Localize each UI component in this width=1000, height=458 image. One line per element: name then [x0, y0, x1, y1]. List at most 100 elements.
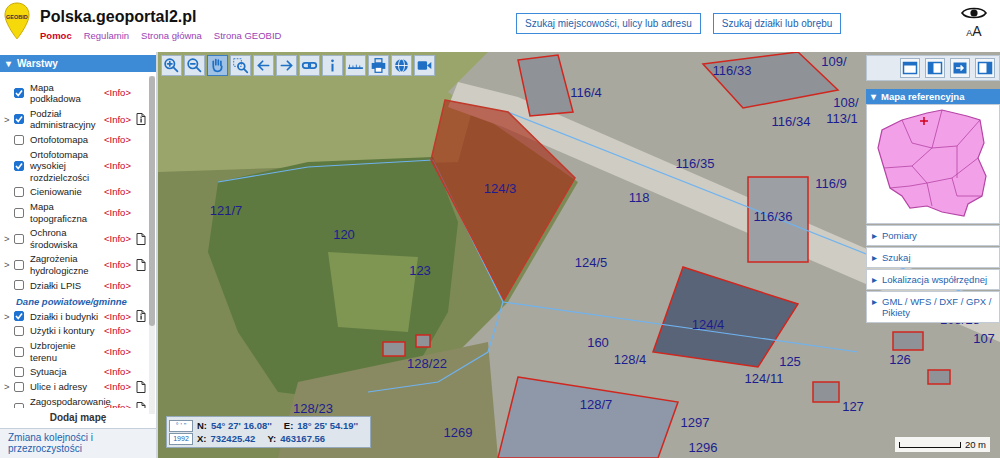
pan-icon[interactable]	[209, 57, 226, 74]
side-panel-section[interactable]: ▸GML / WFS / DXF / GPX / Pikiety	[866, 291, 1000, 323]
tool-button[interactable]	[161, 55, 182, 76]
side-panel-tab[interactable]	[975, 58, 995, 78]
expand-arrow[interactable]: >	[4, 381, 14, 393]
tool-button[interactable]	[322, 55, 343, 76]
tool-button[interactable]	[230, 55, 251, 76]
document-icon[interactable]	[136, 113, 146, 125]
info-link[interactable]: <Info>	[104, 311, 136, 323]
side-panel-section[interactable]: ▸Lokalizacja współrzędnej	[866, 269, 1000, 290]
parcel-label[interactable]: 127	[842, 399, 864, 414]
layer-checkbox[interactable]	[14, 234, 24, 244]
section-label[interactable]: GML / WFS / DXF / GPX / Pikiety	[882, 296, 994, 318]
info-link[interactable]: <Info>	[104, 325, 136, 337]
link-icon[interactable]	[301, 57, 318, 74]
selected-parcel[interactable]	[431, 100, 575, 300]
map-view[interactable]: 116/33116/4109/108/113/1116/34116/35116/…	[158, 52, 1000, 458]
info-link[interactable]: <Info>	[104, 134, 136, 146]
layer-checkbox[interactable]	[14, 326, 24, 336]
video-icon[interactable]	[416, 57, 433, 74]
section-label[interactable]: Lokalizacja współrzędnej	[882, 274, 987, 285]
side-panel-tab[interactable]	[950, 58, 970, 78]
tool-button[interactable]	[276, 55, 297, 76]
section-label[interactable]: Szukaj	[882, 252, 911, 263]
parcel-label[interactable]: 126	[889, 352, 911, 367]
tool-button[interactable]	[299, 55, 320, 76]
side-panel-tab[interactable]	[900, 58, 920, 78]
parcel-label[interactable]: 116/9	[815, 176, 847, 191]
parcel-label[interactable]: 108/	[833, 95, 858, 110]
section-arrow[interactable]: ▸	[872, 230, 877, 241]
layers-header[interactable]: ▾Warstwy	[0, 55, 156, 72]
layer-label[interactable]: Zagospodarowanie przestrzenne	[30, 396, 104, 408]
parcel-label[interactable]: 128/23	[293, 401, 333, 416]
document-icon[interactable]	[136, 259, 146, 271]
side-panel-section[interactable]: ▸Szukaj	[866, 247, 1000, 268]
info-link[interactable]: <Info>	[104, 402, 136, 408]
poland-map-icon[interactable]	[872, 108, 994, 220]
globe-icon[interactable]	[393, 57, 410, 74]
layer-checkbox[interactable]	[14, 187, 24, 197]
header-link[interactable]: Strona główna	[141, 30, 202, 41]
info-link[interactable]: <Info>	[104, 87, 136, 99]
zoom-out-icon[interactable]	[186, 57, 203, 74]
forward-icon[interactable]	[278, 57, 295, 74]
layer-checkbox[interactable]	[14, 208, 24, 218]
window-icon[interactable]	[902, 60, 918, 76]
font-large[interactable]: A	[972, 23, 981, 39]
layer-label[interactable]: Mapa podkładowa	[30, 82, 104, 105]
document-icon[interactable]	[136, 381, 146, 393]
parcel-label[interactable]: 107	[973, 331, 995, 346]
tool-button[interactable]	[207, 55, 228, 76]
section-arrow[interactable]: ▸	[872, 296, 877, 318]
tool-button[interactable]	[391, 55, 412, 76]
parcel-label[interactable]: 121/7	[210, 203, 243, 218]
parcel-label[interactable]: 1269	[444, 425, 473, 440]
tool-button[interactable]	[253, 55, 274, 76]
info-link[interactable]: <Info>	[104, 259, 136, 271]
section-label[interactable]: Pomiary	[882, 230, 917, 241]
layer-checkbox[interactable]	[14, 114, 24, 124]
layer-checkbox[interactable]	[14, 88, 24, 98]
layer-checkbox[interactable]	[14, 135, 24, 145]
scroll-thumb[interactable]	[149, 76, 155, 326]
parcel-label[interactable]: 124/11	[745, 371, 784, 386]
layer-checkbox[interactable]	[14, 403, 24, 408]
reference-header[interactable]: ▾Mapa referencyjna	[866, 89, 1000, 104]
parcel-label[interactable]: 124/3	[484, 181, 517, 196]
parcel-label[interactable]: 120	[333, 227, 355, 242]
layer-label[interactable]: Podział administracyjny	[30, 108, 104, 131]
zoom-in-icon[interactable]	[163, 57, 180, 74]
header-link[interactable]: Regulamin	[84, 30, 129, 41]
layer-label[interactable]: Działki i budynki	[30, 311, 104, 323]
parcel-label[interactable]: 124/4	[692, 317, 725, 332]
expand-arrow[interactable]: >	[4, 259, 14, 271]
parcel-label[interactable]: 124/5	[575, 255, 608, 270]
tool-button[interactable]	[345, 55, 366, 76]
layer-label[interactable]: Ortofotomapa wysokiej rozdzielczości	[30, 149, 104, 184]
parcel-label[interactable]: 116/4	[570, 85, 602, 100]
layer-label[interactable]: Cieniowanie	[30, 186, 104, 198]
parcel-label[interactable]: 116/36	[754, 209, 793, 224]
layer-checkbox[interactable]	[14, 367, 24, 377]
tool-button[interactable]	[414, 55, 435, 76]
parcel-label[interactable]: 116/33	[713, 63, 752, 78]
parcel-label[interactable]: 116/34	[772, 114, 811, 129]
parcel-label[interactable]: 128/7	[580, 397, 613, 412]
document-icon[interactable]	[136, 233, 146, 245]
measure-icon[interactable]	[347, 57, 364, 74]
layer-checkbox[interactable]	[14, 161, 24, 171]
info-icon[interactable]	[324, 57, 341, 74]
header-link[interactable]: Pomoc	[40, 30, 72, 41]
parcel-label[interactable]: 109/	[821, 54, 846, 69]
layer-label[interactable]: Ulice i adresy	[30, 381, 104, 393]
info-link[interactable]: <Info>	[104, 233, 136, 245]
layer-checkbox[interactable]	[14, 347, 24, 357]
font-small[interactable]: A	[966, 28, 972, 38]
layer-checkbox[interactable]	[14, 280, 24, 290]
info-link[interactable]: <Info>	[104, 114, 136, 126]
parcel-label[interactable]: 128/4	[614, 352, 647, 367]
layer-label[interactable]: Uzbrojenie terenu	[30, 340, 104, 363]
panel-right-icon[interactable]	[977, 60, 993, 76]
parcel-label[interactable]: 125	[779, 354, 801, 369]
layer-label[interactable]: Sytuacja	[30, 366, 104, 378]
